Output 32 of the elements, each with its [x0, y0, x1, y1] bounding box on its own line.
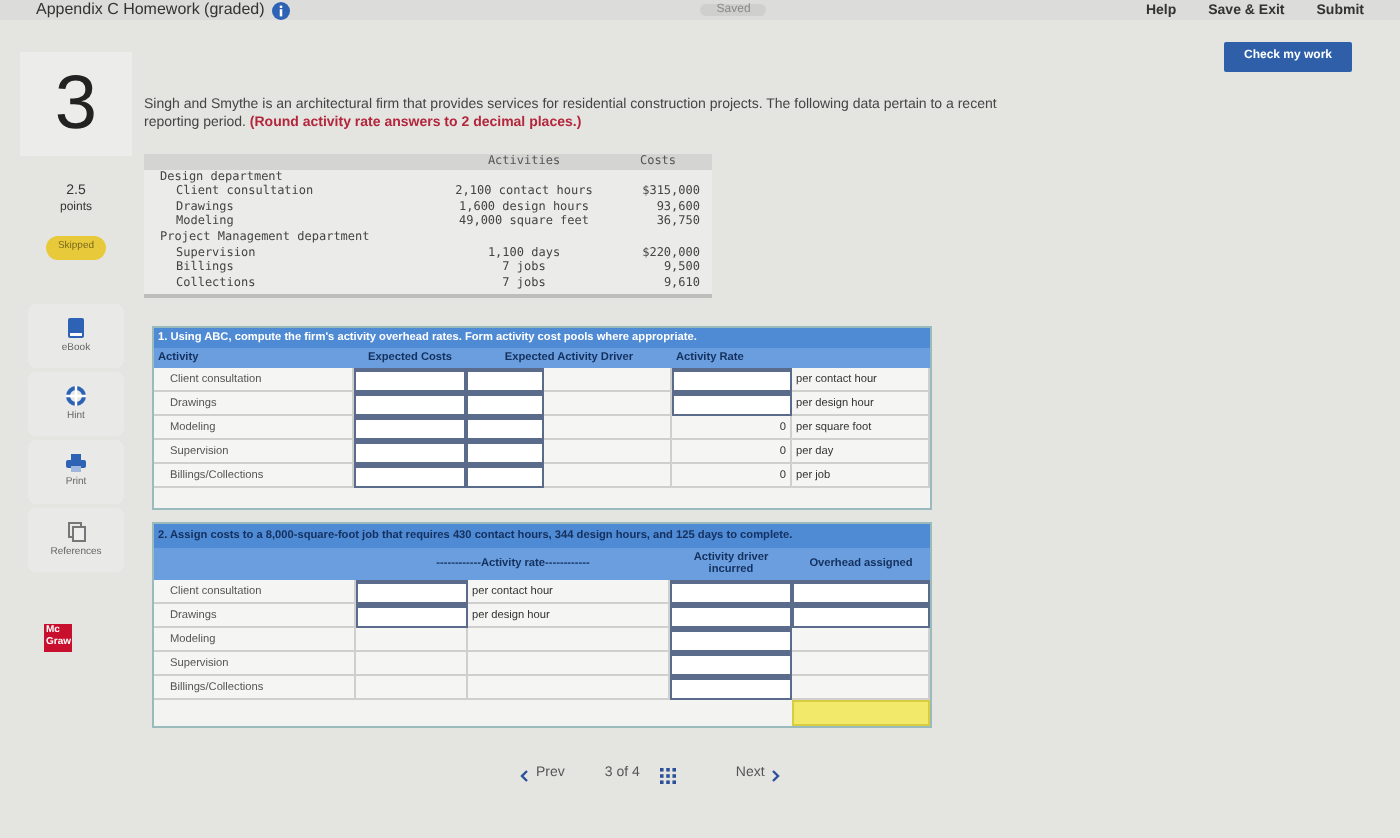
input-field[interactable] — [354, 464, 466, 489]
input-field[interactable] — [672, 392, 792, 417]
input-field[interactable] — [466, 392, 544, 417]
input-field[interactable] — [670, 604, 792, 629]
lifebuoy-icon — [66, 385, 86, 406]
input-field[interactable] — [670, 628, 792, 653]
input-field[interactable] — [354, 368, 466, 393]
printer-icon — [66, 454, 86, 473]
input-field[interactable] — [672, 368, 792, 393]
input-field[interactable] — [354, 440, 466, 465]
input-field[interactable] — [670, 652, 792, 677]
input-field[interactable] — [792, 580, 930, 605]
input-field[interactable] — [792, 604, 930, 629]
chevron-left-icon — [520, 769, 528, 782]
total-field[interactable] — [792, 700, 930, 727]
input-field[interactable] — [354, 416, 466, 441]
input-field[interactable] — [466, 464, 544, 489]
input-field[interactable] — [356, 580, 468, 605]
input-field[interactable] — [670, 676, 792, 701]
documents-icon — [67, 521, 85, 542]
input-field[interactable] — [354, 392, 466, 417]
assignment-title: Appendix C Homework (graded) — [36, 2, 265, 18]
input-field[interactable] — [466, 416, 544, 441]
info-icon[interactable] — [272, 1, 291, 19]
input-field[interactable] — [356, 604, 468, 629]
input-field[interactable] — [466, 368, 544, 393]
grid-icon[interactable] — [659, 767, 676, 784]
question-number: 3 — [20, 52, 132, 156]
input-field[interactable] — [670, 580, 792, 605]
chevron-right-icon — [772, 769, 781, 782]
input-field[interactable] — [466, 440, 544, 465]
book-icon — [68, 317, 84, 338]
